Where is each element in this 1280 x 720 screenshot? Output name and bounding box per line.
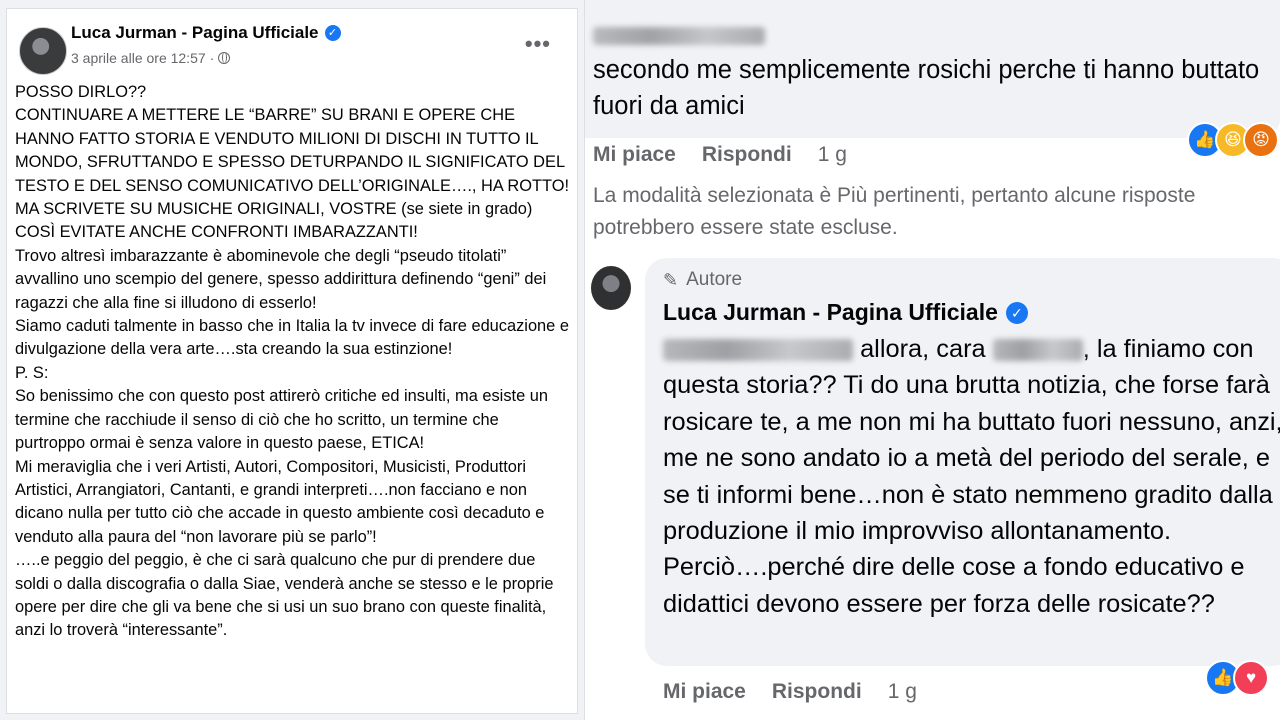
page-avatar[interactable] [19, 27, 67, 75]
meta-separator: · [209, 50, 215, 66]
post-meta: 3 aprile alle ore 12:57 · [71, 50, 231, 66]
redacted-name [663, 339, 853, 362]
post-paragraph: Siamo caduti talmente in basso che in It… [15, 317, 569, 359]
globe-icon [218, 52, 231, 64]
post-author[interactable]: Luca Jurman - Pagina Ufficiale ✓ [71, 23, 341, 43]
verified-badge-icon: ✓ [324, 25, 341, 41]
post-body: POSSO DIRLO?? CONTINUARE A METTERE LE “B… [15, 81, 571, 643]
reply-button[interactable]: Rispondi [702, 143, 792, 167]
post-paragraph: Mi meraviglia che i veri Artisti, Autori… [15, 457, 545, 546]
author-badge-label: Autore [686, 269, 743, 290]
comment-text: secondo me semplicemente rosichi perche … [593, 56, 1260, 120]
love-icon: ♥ [1233, 660, 1269, 696]
reply-text-part2: , la finiamo con questa storia?? Ti do u… [663, 335, 1280, 618]
redacted-name [992, 339, 1083, 362]
like-button[interactable]: Mi piace [663, 680, 746, 704]
comment-actions: Mi piace Rispondi 1 g [593, 143, 847, 167]
post-paragraph: Trovo altresì imbarazzante è abominevole… [15, 246, 547, 312]
sort-notice: La modalità selezionata è Più pertinenti… [593, 184, 1196, 239]
comment-time[interactable]: 1 g [818, 143, 847, 167]
post-paragraph: P. S: [15, 363, 49, 382]
reply-author[interactable]: Luca Jurman - Pagina Ufficiale ✓ [663, 299, 1028, 326]
reply-reactions[interactable]: 👍 ♥ [1205, 660, 1269, 696]
reply-text-part1: allora, cara [860, 335, 986, 363]
post-paragraph: …..e peggio del peggio, è che ci sarà qu… [15, 551, 554, 640]
commenter-name-redacted [593, 27, 765, 45]
reply-time[interactable]: 1 g [888, 680, 917, 704]
pencil-icon: ✎ [663, 269, 679, 290]
reply-button[interactable]: Rispondi [772, 680, 862, 704]
post-paragraph: POSSO DIRLO?? [15, 83, 147, 101]
reply-author-name[interactable]: Luca Jurman - Pagina Ufficiale [663, 299, 998, 326]
post-paragraph: CONTINUARE A METTERE LE “BARRE” SU BRANI… [15, 106, 570, 195]
comment-reactions[interactable]: 👍 😆 😡 [1187, 122, 1279, 158]
post-paragraph: MA SCRIVETE SU MUSICHE ORIGINALI, VOSTRE… [15, 200, 533, 242]
reply-avatar[interactable] [591, 266, 631, 310]
post-author-name[interactable]: Luca Jurman - Pagina Ufficiale [71, 23, 319, 43]
post-card: Luca Jurman - Pagina Ufficiale ✓ 3 april… [6, 8, 578, 714]
reply-actions: Mi piace Rispondi 1 g [663, 680, 917, 704]
more-options-button[interactable]: ••• [525, 31, 551, 57]
author-badge: ✎ Autore [663, 269, 742, 291]
like-button[interactable]: Mi piace [593, 143, 676, 167]
verified-badge-icon: ✓ [1005, 301, 1028, 324]
reply-text: allora, cara , la finiamo con questa sto… [663, 331, 1280, 622]
angry-icon: 😡 [1243, 122, 1279, 158]
post-timestamp[interactable]: 3 aprile alle ore 12:57 [71, 50, 206, 66]
comments-panel: secondo me semplicemente rosichi perche … [584, 0, 1280, 720]
post-paragraph: So benissimo che con questo post attirer… [15, 387, 548, 453]
